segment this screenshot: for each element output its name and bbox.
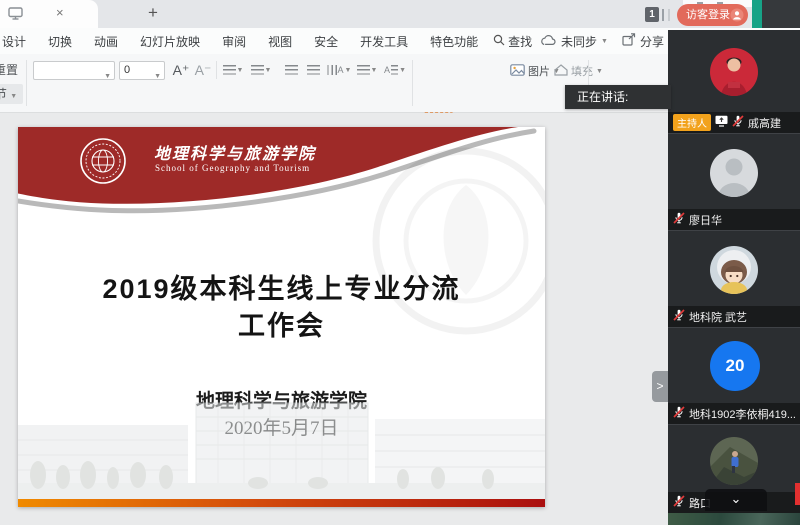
share-button[interactable]: 分享 — [622, 33, 664, 50]
participant-tile[interactable]: 廖日华 — [668, 133, 800, 230]
find-button[interactable]: 查找 — [493, 33, 532, 50]
avatar-placeholder — [710, 149, 758, 197]
conference-panel: 主持人 戚高建 廖日华 地科院 武艺 20 地科1902李依桐419... — [668, 30, 800, 525]
school-seal-icon — [78, 136, 128, 191]
align-text-button[interactable]: A▼ — [384, 61, 406, 79]
participant-tile[interactable]: 主持人 戚高建 — [668, 30, 800, 133]
increase-indent-button[interactable] — [302, 61, 324, 79]
font-name-combobox[interactable]: ▼ — [33, 61, 115, 80]
participant-name: 戚高建 — [748, 115, 781, 131]
document-tab[interactable]: × — [0, 0, 98, 28]
chevron-down-icon: ▼ — [104, 68, 111, 85]
menu-review[interactable]: 审阅 — [211, 33, 257, 50]
participant-namebar: 廖日华 — [668, 209, 800, 230]
presentation-app-icon — [8, 7, 23, 25]
grow-font-button[interactable]: A⁺ — [171, 60, 191, 80]
chevron-down-icon: ▼ — [601, 38, 608, 45]
slide-footer-gradient — [18, 499, 545, 507]
fill-icon — [554, 64, 568, 79]
avatar-host — [710, 48, 758, 96]
menu-devtools[interactable]: 开发工具 — [349, 33, 419, 50]
chevron-down-icon: ▼ — [154, 68, 161, 85]
participant-namebar: 主持人 戚高建 — [668, 112, 800, 133]
split-view-icon[interactable] — [662, 9, 670, 21]
menu-animations[interactable]: 动画 — [83, 33, 129, 50]
slide-canvas[interactable]: 地理科学与旅游学院 School of Geography and Touris… — [18, 127, 545, 507]
share-icon — [622, 33, 636, 49]
cloud-sync-icon — [540, 34, 557, 49]
menu-security[interactable]: 安全 — [303, 33, 349, 50]
share-label: 分享 — [640, 33, 664, 50]
font-size-value: 0 — [124, 64, 130, 76]
menu-design[interactable]: 设计 — [0, 33, 37, 50]
find-label: 查找 — [508, 33, 532, 50]
mic-muted-icon — [673, 211, 685, 229]
avatar-number: 20 — [710, 341, 760, 391]
menu-slideshow[interactable]: 幻灯片放映 — [129, 33, 211, 50]
mic-muted-icon — [732, 114, 744, 132]
chevron-down-icon: ▼ — [10, 93, 17, 100]
reset-button[interactable]: 重置 — [0, 61, 23, 78]
new-tab-button[interactable]: + — [148, 3, 158, 23]
participant-tile[interactable]: 路口 ⌄ — [668, 424, 800, 513]
participant-name: 地科1902李依桐419... — [689, 406, 795, 422]
participant-namebar: 地科1902李依桐419... — [668, 403, 800, 424]
bullet-list-button[interactable]: ▼ — [222, 61, 244, 79]
guest-login-label: 访客登录 — [686, 9, 730, 21]
recording-indicator — [795, 483, 800, 505]
close-tab-icon[interactable]: × — [56, 5, 64, 20]
text-direction-button[interactable]: A▼ — [325, 61, 353, 79]
mic-muted-icon — [673, 494, 685, 512]
participant-name: 廖日华 — [689, 212, 722, 228]
fill-label: 填充 — [571, 63, 593, 79]
participant-name: 地科院 武艺 — [689, 309, 747, 325]
participant-tile[interactable]: 20 地科1902李依桐419... — [668, 327, 800, 424]
host-badge: 主持人 — [673, 114, 711, 131]
banner-school-name-cn: 地理科学与旅游学院 — [154, 140, 316, 164]
section-label: 节 — [0, 87, 7, 101]
menu-view[interactable]: 视图 — [257, 33, 303, 50]
screen-share-icon — [715, 114, 728, 132]
decrease-indent-button[interactable] — [280, 61, 302, 79]
line-spacing-button[interactable]: ▼ — [356, 61, 378, 79]
numbered-list-button[interactable]: ▼ — [250, 61, 272, 79]
slide-title-line1[interactable]: 2019级本科生线上专业分流 — [18, 267, 545, 306]
picture-icon — [510, 64, 525, 79]
picture-label: 图片 — [528, 63, 550, 79]
participant-namebar: 地科院 武艺 — [668, 306, 800, 327]
user-avatar-icon — [730, 8, 744, 30]
search-icon — [493, 34, 505, 49]
sync-status-button[interactable]: 未同步 ▼ — [540, 33, 608, 50]
slide-workspace: 地理科学与旅游学院 School of Geography and Touris… — [0, 113, 668, 525]
chevron-down-icon: ⌄ — [731, 491, 742, 506]
background-window-accent — [752, 0, 762, 30]
guest-login-button[interactable]: 访客登录 — [677, 4, 748, 26]
avatar-anime — [710, 246, 758, 294]
picture-button[interactable]: 图片▼ — [510, 63, 560, 79]
section-button[interactable]: 节 ▼ — [0, 84, 23, 104]
avatar-photo — [710, 437, 758, 485]
background-window-corner — [762, 0, 800, 30]
banner-school-name-en: School of Geography and Tourism — [155, 163, 310, 173]
mic-muted-icon — [673, 308, 685, 326]
panel-expand-handle[interactable]: > — [652, 371, 668, 402]
mic-muted-icon — [673, 405, 685, 423]
collapse-list-button[interactable]: ⌄ — [705, 489, 767, 511]
menu-transitions[interactable]: 切换 — [37, 33, 83, 50]
tab-count-badge[interactable]: 1 — [645, 7, 659, 22]
next-video-sliver — [668, 513, 800, 525]
fill-button[interactable]: 填充▼ — [554, 63, 603, 79]
campus-building-image — [18, 395, 545, 499]
menu-features[interactable]: 特色功能 — [419, 33, 489, 50]
now-speaking-overlay: 正在讲话: — [565, 85, 671, 109]
participant-tile[interactable]: 地科院 武艺 — [668, 230, 800, 327]
shrink-font-button[interactable]: A⁻ — [193, 60, 213, 80]
slide-title-line2[interactable]: 工作会 — [18, 304, 545, 343]
sync-label: 未同步 — [561, 33, 597, 50]
font-size-combobox[interactable]: 0▼ — [119, 61, 165, 80]
tab-bar: × + 1 访客登录 — [0, 0, 800, 28]
